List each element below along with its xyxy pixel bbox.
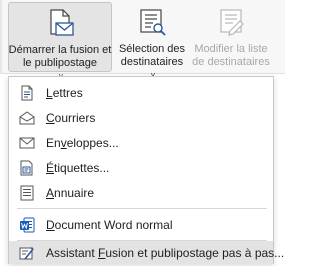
edit-list-label-line2: de destinataires bbox=[192, 56, 270, 68]
label-prefix: Assistant bbox=[46, 245, 99, 260]
recipient-list-icon bbox=[137, 7, 167, 39]
label-suffix: ocument Word normal bbox=[54, 217, 173, 232]
select-recipients-button[interactable]: Sélection des destinataires˅ bbox=[116, 2, 188, 80]
mailings-ribbon: Démarrer la fusion et le publipostage˅ S… bbox=[0, 0, 285, 81]
label-icon bbox=[19, 160, 35, 176]
letter-document-icon bbox=[19, 85, 35, 101]
menu-item-email-messages[interactable]: Courriers bbox=[9, 106, 273, 129]
access-key: D bbox=[46, 217, 55, 232]
menu-item-label: Étiquettes... bbox=[46, 161, 109, 175]
start-merge-label-line1: Démarrer la fusion et bbox=[8, 44, 112, 56]
start-mail-merge-menu: Lettres Courriers Enveloppes... Étiquett… bbox=[8, 76, 284, 264]
label-suffix: ourriers bbox=[54, 110, 96, 125]
ribbon-left-edge bbox=[0, 0, 2, 74]
menu-item-letters[interactable]: Lettres bbox=[9, 81, 273, 104]
start-mail-merge-button[interactable]: Démarrer la fusion et le publipostage˅ bbox=[8, 2, 112, 81]
menu-item-label: Lettres bbox=[46, 86, 83, 100]
menu-item-labels[interactable]: Étiquettes... bbox=[9, 156, 273, 179]
label-suffix: eloppes... bbox=[66, 135, 119, 150]
label-prefix: En bbox=[46, 135, 61, 150]
wizard-icon bbox=[19, 245, 35, 261]
select-recipients-label-line1: Sélection des bbox=[118, 43, 186, 55]
word-document-icon bbox=[19, 217, 35, 233]
directory-icon bbox=[19, 185, 35, 201]
access-key: L bbox=[46, 85, 53, 100]
label-suffix: nnuaire bbox=[54, 185, 95, 200]
menu-item-directory[interactable]: Annuaire bbox=[9, 181, 273, 204]
access-key: A bbox=[46, 185, 55, 200]
label-suffix: tiquettes... bbox=[54, 160, 110, 175]
menu-separator bbox=[17, 208, 267, 209]
edit-list-icon bbox=[216, 7, 246, 39]
access-key: É bbox=[46, 160, 55, 175]
menu-item-label: Courriers bbox=[46, 111, 95, 125]
menu-item-label: Enveloppes... bbox=[46, 136, 119, 150]
email-message-icon bbox=[19, 110, 35, 126]
menu-item-normal-word-document[interactable]: Document Word normal bbox=[9, 213, 273, 236]
menu-item-envelopes[interactable]: Enveloppes... bbox=[9, 131, 273, 154]
start-merge-label-line2: le publipostage bbox=[22, 57, 97, 69]
edit-list-label-line1: Modifier la liste bbox=[194, 43, 268, 55]
menu-item-label: Assistant Fusion et publipostage pas à p… bbox=[46, 246, 284, 260]
edit-recipient-list-button[interactable]: Modifier la liste de destinataires bbox=[190, 2, 272, 72]
select-recipients-label-line2: destinataires bbox=[120, 56, 184, 68]
menu-item-label: Annuaire bbox=[46, 186, 94, 200]
label-suffix: ettres bbox=[52, 85, 83, 100]
menu-item-mail-merge-wizard[interactable]: Assistant Fusion et publipostage pas à p… bbox=[9, 241, 284, 264]
menu-item-label: Document Word normal bbox=[46, 218, 173, 232]
document-envelope-icon bbox=[45, 8, 75, 40]
label-suffix: usion et publipostage pas à pas... bbox=[105, 245, 285, 260]
envelope-icon bbox=[19, 135, 35, 151]
access-key: C bbox=[46, 110, 55, 125]
